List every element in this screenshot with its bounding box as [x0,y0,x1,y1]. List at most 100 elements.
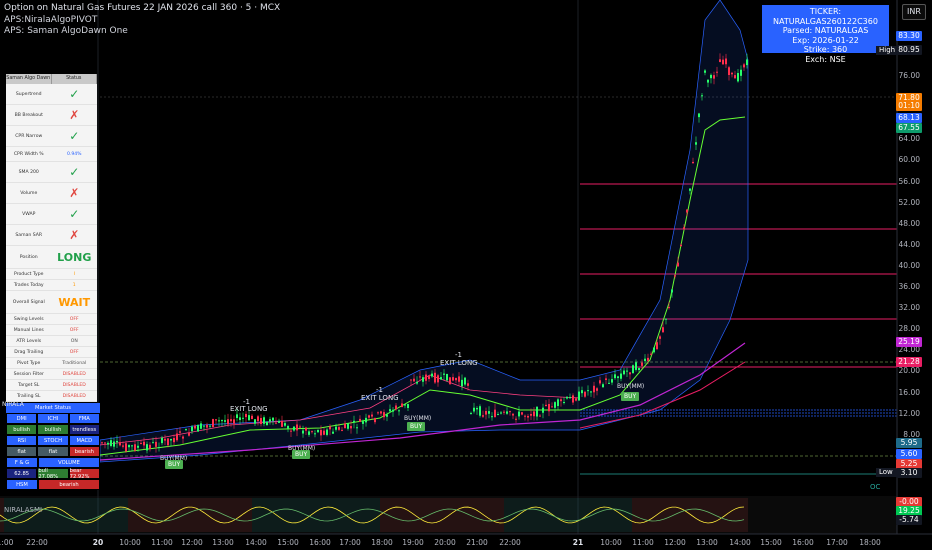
market-status-cell: MACD [68,435,100,446]
candle-body [575,398,577,401]
expiry-line: Exp: 2026-01-22 [792,35,859,45]
candle-body [590,391,592,393]
time-axis-label: 18:00 [371,538,393,547]
oscillator-bg-bar [624,498,628,532]
indicator-pane-label[interactable]: NIRALASMI [4,506,42,514]
candle-body [377,412,379,414]
oscillator-bg-bar [484,498,488,532]
candle-body [596,388,598,391]
candle-body [626,370,628,372]
candle-body [254,419,256,424]
candle-body [347,423,349,429]
candle-body [362,421,364,424]
candle-body [584,391,586,397]
status-row: ATR Levels ON [6,336,97,347]
oscillator-bg-bar [720,498,724,532]
status-row: Swing Levels OFF [6,314,97,325]
price-axis-label: 44.00 [898,239,920,249]
candle-body [683,227,685,230]
oscillator-bg-bar [528,498,532,532]
price-chart[interactable] [0,0,932,550]
market-status-cell: ICHI [37,413,69,424]
candle-body [659,336,661,339]
candle-body [548,404,550,412]
oscillator-bg-bar [36,498,40,532]
time-axis-label: 17:00 [339,538,361,547]
status-row: Session Filter DISABLED [6,369,97,380]
currency-button[interactable]: INR [902,4,926,20]
candle-body [431,373,433,377]
candle-body [338,427,340,430]
oscillator-bg-bar [40,498,44,532]
market-status-cell: bullish [37,424,69,435]
price-pill: 3.10 [896,468,922,478]
candle-body [242,417,244,419]
candle-body [656,342,658,350]
price-pill: 5.60 [896,449,922,459]
oscillator-bg-bar [512,498,516,532]
oscillator-bg-bar [356,498,360,532]
time-axis-label: 22:00 [499,538,521,547]
candle-body [266,421,268,426]
oscillator-bg-bar [336,498,340,532]
oscillator-bg-bar [28,498,32,532]
time-axis-label: 17:00 [826,538,848,547]
candle-body [182,436,184,439]
candle-body [218,420,220,422]
status-row-value: Traditional [62,360,87,366]
candle-body [311,431,313,433]
oscillator-bg-bar [352,498,356,532]
market-status-row: RSI STOCH MACD [6,435,100,446]
oscillator-bg-bar [376,498,380,532]
status-row-value: 0.94% [66,151,82,157]
market-status-cell: bull 27.08% [37,468,69,480]
candle-body [368,415,370,418]
candle-body [473,407,475,412]
market-status-cell: flat [37,446,69,457]
candle-body [503,411,505,413]
candle-body [452,377,454,381]
oscillator-bg-bar [444,498,448,532]
oscillator-bg-bar [220,498,224,532]
oscillator-bg-bar [324,498,328,532]
oscillator-bg-bar [472,498,476,532]
indicator-legend-saman[interactable]: APS: Saman AlgoDawn One [4,26,128,36]
candle-body [566,396,568,399]
candle-body [323,430,325,435]
candle-body [302,430,304,434]
candle-body [221,420,223,422]
oscillator-bg-bar [64,498,68,532]
oscillator-bg-bar [148,498,152,532]
indicator-legend-pivot[interactable]: APS:NiralaAlgoPIVOT [4,15,97,25]
candle-body [269,419,271,422]
candle-body [698,113,700,118]
oscillator-bg-bar [256,498,260,532]
status-row-label: CPR Width % [13,151,44,157]
candle-body [146,444,148,451]
candle-body [326,429,328,435]
oscillator-bg-bar [124,498,128,532]
oscillator-bg-bar [640,498,644,532]
candle-body [446,373,448,381]
candle-body [149,444,151,449]
oscillator-bg-bar [496,498,500,532]
oscillator-bg-bar [668,498,672,532]
oscillator-bg-bar [436,498,440,532]
status-row: SMA 200 ✓ [6,162,97,183]
oscillator-bg-bar [132,498,136,532]
oscillator-bg-bar [648,498,652,532]
oscillator-bg-bar [560,498,564,532]
candle-body [605,378,607,380]
oscillator-bg-bar [236,498,240,532]
candle-body [644,358,646,362]
oscillator-bg-bar [600,498,604,532]
candle-body [542,407,544,413]
candle-body [413,378,415,382]
candle-body [602,384,604,388]
oscillator-bg-bar [268,498,272,532]
market-status-cell: bullish [6,424,38,435]
status-row: Pivot Type Traditional [6,358,97,369]
candle-body [560,399,562,402]
oscillator-bg-bar [52,498,56,532]
candle-body [116,440,118,443]
